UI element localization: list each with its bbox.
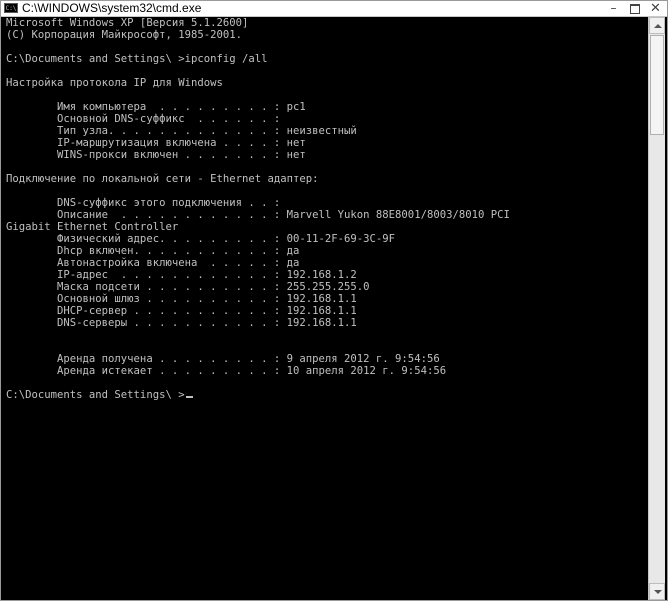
maximize-icon [629, 4, 640, 14]
console-line: Основной шлюз . . . . . . . . . . : 192.… [6, 293, 357, 305]
console-line: IP-адрес . . . . . . . . . . . . : 192.1… [6, 269, 357, 281]
console-line: Физический адрес. . . . . . . . . : 00-1… [6, 233, 396, 245]
console-line: Тип узла. . . . . . . . . . . . . : неиз… [6, 125, 357, 137]
minimize-button[interactable]: – [605, 2, 622, 15]
console-line: Microsoft Windows XP [Версия 5.1.2600] [6, 17, 249, 29]
console-line: DHCP-сервер . . . . . . . . . . . : 192.… [6, 305, 357, 317]
arrow-up-icon [654, 24, 662, 28]
console-line: IP-маршрутизация включена . . . . : нет [6, 137, 306, 149]
console-line: (С) Корпорация Майкрософт, 1985-2001. [6, 29, 242, 41]
title-bar[interactable]: C:\ C:\WINDOWS\system32\cmd.exe – ✕ [1, 1, 667, 17]
cmd-app-icon[interactable]: C:\ [4, 3, 18, 13]
console-line: Подключение по локальной сети - Ethernet… [6, 173, 319, 185]
console-prompt-line[interactable]: C:\Documents and Settings\ > [6, 389, 648, 401]
console-line: DNS-суффикс этого подключения . . : [6, 197, 281, 209]
console-line: DNS-серверы . . . . . . . . . . . : 192.… [6, 317, 357, 329]
maximize-button[interactable] [626, 2, 643, 15]
console-line: Маска подсети . . . . . . . . . . : 255.… [6, 281, 370, 293]
cmd-window: C:\ C:\WINDOWS\system32\cmd.exe – ✕ Micr… [0, 0, 668, 601]
console-output[interactable]: Microsoft Windows XP [Версия 5.1.2600] (С… [2, 17, 648, 600]
console-line: Автонастройка включена . . . . . : да [6, 257, 300, 269]
scroll-down-button[interactable] [649, 583, 665, 600]
close-button[interactable]: ✕ [647, 2, 664, 15]
console-line: Аренда истекает . . . . . . . . . : 10 а… [6, 365, 447, 377]
scroll-up-button[interactable] [649, 17, 665, 34]
console-line: Настройка протокола IP для Windows [6, 77, 223, 89]
arrow-down-icon [654, 590, 662, 594]
console-line: Gigabit Ethernet Controller [6, 221, 179, 233]
console-line: C:\Documents and Settings\ >ipconfig /al… [6, 53, 268, 65]
window-title: C:\WINDOWS\system32\cmd.exe [22, 1, 202, 15]
console-text: Microsoft Windows XP [Версия 5.1.2600] (С… [2, 17, 648, 401]
console-line: Аренда получена . . . . . . . . . : 9 ап… [6, 353, 440, 365]
console-line: Основной DNS-суффикс . . . . . . : [6, 113, 281, 125]
console-line: Описание . . . . . . . . . . . . : Marve… [6, 209, 510, 221]
text-cursor [185, 396, 193, 398]
scrollbar-thumb[interactable] [650, 35, 664, 135]
console-prompt: C:\Documents and Settings\ > [6, 389, 185, 401]
console-line: Dhcp включен. . . . . . . . . . . : да [6, 245, 300, 257]
console-line: WINS-прокси включен . . . . . . . : нет [6, 149, 306, 161]
vertical-scrollbar[interactable] [648, 17, 665, 600]
console-line: Имя компьютера . . . . . . . . . : pc1 [6, 101, 306, 113]
